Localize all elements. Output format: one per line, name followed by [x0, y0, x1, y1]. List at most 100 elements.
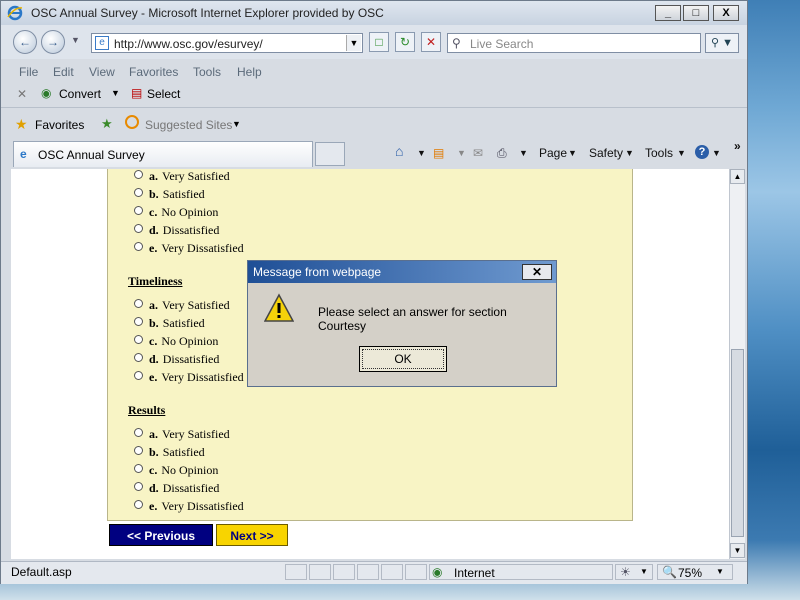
menu-help[interactable]: Help: [237, 65, 262, 79]
stop-button[interactable]: ✕: [421, 32, 441, 52]
maximize-button[interactable]: □: [683, 5, 709, 21]
option-letter: c.: [149, 463, 158, 477]
suggested-sites-button[interactable]: Suggested Sites: [145, 118, 232, 132]
print-dropdown-icon[interactable]: ▼: [519, 148, 528, 158]
page-menu[interactable]: Page: [539, 146, 567, 160]
tab-ie-icon: e: [20, 147, 27, 161]
feeds-icon[interactable]: ▤: [433, 146, 444, 160]
radio-button[interactable]: [134, 224, 143, 233]
option-results-d[interactable]: d. Dissatisfied: [134, 481, 219, 499]
forward-button[interactable]: →: [41, 30, 65, 54]
chevron-more-icon[interactable]: »: [734, 139, 741, 153]
tools-menu[interactable]: Tools: [645, 146, 673, 160]
previous-button[interactable]: << Previous: [109, 524, 213, 546]
title-bar: OSC Annual Survey - Microsoft Internet E…: [1, 1, 747, 25]
ok-button[interactable]: OK: [359, 346, 447, 372]
favorites-button[interactable]: Favorites: [35, 118, 84, 132]
menu-tools[interactable]: Tools: [193, 65, 221, 79]
scroll-thumb[interactable]: [731, 349, 744, 537]
search-button[interactable]: ⚲ ▼: [705, 33, 739, 53]
help-dropdown-icon[interactable]: ▼: [712, 148, 721, 158]
mail-icon[interactable]: ✉: [473, 146, 483, 160]
radio-button[interactable]: [134, 464, 143, 473]
zone-label: Internet: [454, 566, 495, 580]
address-bar[interactable]: e http://www.osc.gov/esurvey/ ▼: [91, 33, 363, 53]
option-letter: b.: [149, 316, 159, 330]
vertical-scrollbar[interactable]: ▲ ▼: [729, 169, 745, 559]
option-results-b[interactable]: b. Satisfied: [134, 445, 205, 463]
home-icon[interactable]: ⌂: [395, 143, 403, 159]
convert-button[interactable]: Convert: [59, 87, 101, 101]
menu-favorites[interactable]: Favorites: [129, 65, 178, 79]
close-button[interactable]: X: [713, 5, 739, 21]
option-text: Very Satisfied: [162, 298, 230, 312]
favorites-star-icon: ★: [15, 116, 28, 132]
feeds-dropdown-icon[interactable]: ▼: [457, 148, 466, 158]
option-results-e[interactable]: e. Very Dissatisfied: [134, 499, 244, 517]
radio-button[interactable]: [134, 299, 143, 308]
minimize-button[interactable]: _: [655, 5, 681, 21]
suggested-dropdown-icon[interactable]: ▼: [232, 119, 241, 129]
protected-mode-button[interactable]: ☀ ▼: [615, 564, 653, 580]
help-icon[interactable]: ?: [695, 145, 709, 159]
scroll-up-icon[interactable]: ▲: [730, 169, 745, 184]
option-results-c[interactable]: c. No Opinion: [134, 463, 218, 481]
compatibility-button[interactable]: □: [369, 32, 389, 52]
option-timeliness-e[interactable]: e. Very Dissatisfied: [134, 370, 244, 388]
dialog-close-button[interactable]: ✕: [522, 264, 552, 280]
print-icon[interactable]: ⎙: [497, 146, 507, 161]
back-button[interactable]: ←: [13, 30, 37, 54]
option-results-a[interactable]: a. Very Satisfied: [134, 427, 230, 445]
safety-dropdown-icon: ▼: [625, 148, 634, 158]
option-courtesy-e[interactable]: e. Very Dissatisfied: [134, 241, 244, 259]
menu-view[interactable]: View: [89, 65, 115, 79]
option-letter: d.: [149, 223, 159, 237]
option-courtesy-d[interactable]: d. Dissatisfied: [134, 223, 219, 241]
radio-button[interactable]: [134, 353, 143, 362]
radio-button[interactable]: [134, 428, 143, 437]
safety-menu[interactable]: Safety: [589, 146, 623, 160]
next-button[interactable]: Next >>: [216, 524, 288, 546]
menu-file[interactable]: File: [19, 65, 38, 79]
menu-edit[interactable]: Edit: [53, 65, 74, 79]
page-icon: e: [95, 36, 109, 50]
radio-button[interactable]: [134, 170, 143, 179]
scroll-down-icon[interactable]: ▼: [730, 543, 745, 558]
convert-dropdown-icon[interactable]: ▼: [111, 88, 120, 98]
search-input[interactable]: ⚲ Live Search: [447, 33, 701, 53]
refresh-button[interactable]: ↻: [395, 32, 415, 52]
security-zone[interactable]: ◉ Internet: [429, 564, 613, 580]
option-letter: b.: [149, 187, 159, 201]
new-tab-button[interactable]: [315, 142, 345, 166]
radio-button[interactable]: [134, 371, 143, 380]
status-bar: Default.asp ◉ Internet ☀ ▼ 🔍 75% ▼: [1, 561, 747, 584]
radio-button[interactable]: [134, 335, 143, 344]
radio-button[interactable]: [134, 206, 143, 215]
history-dropdown-icon[interactable]: ▼: [71, 35, 80, 45]
option-timeliness-a[interactable]: a. Very Satisfied: [134, 298, 230, 316]
radio-button[interactable]: [134, 317, 143, 326]
option-letter: e.: [149, 499, 158, 513]
option-timeliness-c[interactable]: c. No Opinion: [134, 334, 218, 352]
zoom-control[interactable]: 🔍 75% ▼: [657, 564, 733, 580]
option-courtesy-c[interactable]: c. No Opinion: [134, 205, 218, 223]
option-letter: d.: [149, 352, 159, 366]
home-dropdown-icon[interactable]: ▼: [417, 148, 426, 158]
address-dropdown-icon[interactable]: ▼: [346, 35, 361, 51]
option-text: No Opinion: [161, 205, 219, 219]
option-timeliness-d[interactable]: d. Dissatisfied: [134, 352, 219, 370]
option-courtesy-b[interactable]: b. Satisfied: [134, 187, 205, 205]
radio-button[interactable]: [134, 500, 143, 509]
radio-button[interactable]: [134, 482, 143, 491]
tab-osc-survey[interactable]: e OSC Annual Survey: [13, 141, 313, 167]
add-favorites-icon[interactable]: ★: [101, 116, 113, 132]
select-button[interactable]: Select: [147, 87, 180, 101]
radio-button[interactable]: [134, 188, 143, 197]
close-toolbar-icon[interactable]: ✕: [17, 87, 27, 101]
option-letter: a.: [149, 169, 158, 183]
option-courtesy-a[interactable]: a. Very Satisfied: [134, 169, 230, 187]
radio-button[interactable]: [134, 242, 143, 251]
option-timeliness-b[interactable]: b. Satisfied: [134, 316, 205, 334]
radio-button[interactable]: [134, 446, 143, 455]
search-provider-icon: ⚲: [452, 36, 461, 50]
